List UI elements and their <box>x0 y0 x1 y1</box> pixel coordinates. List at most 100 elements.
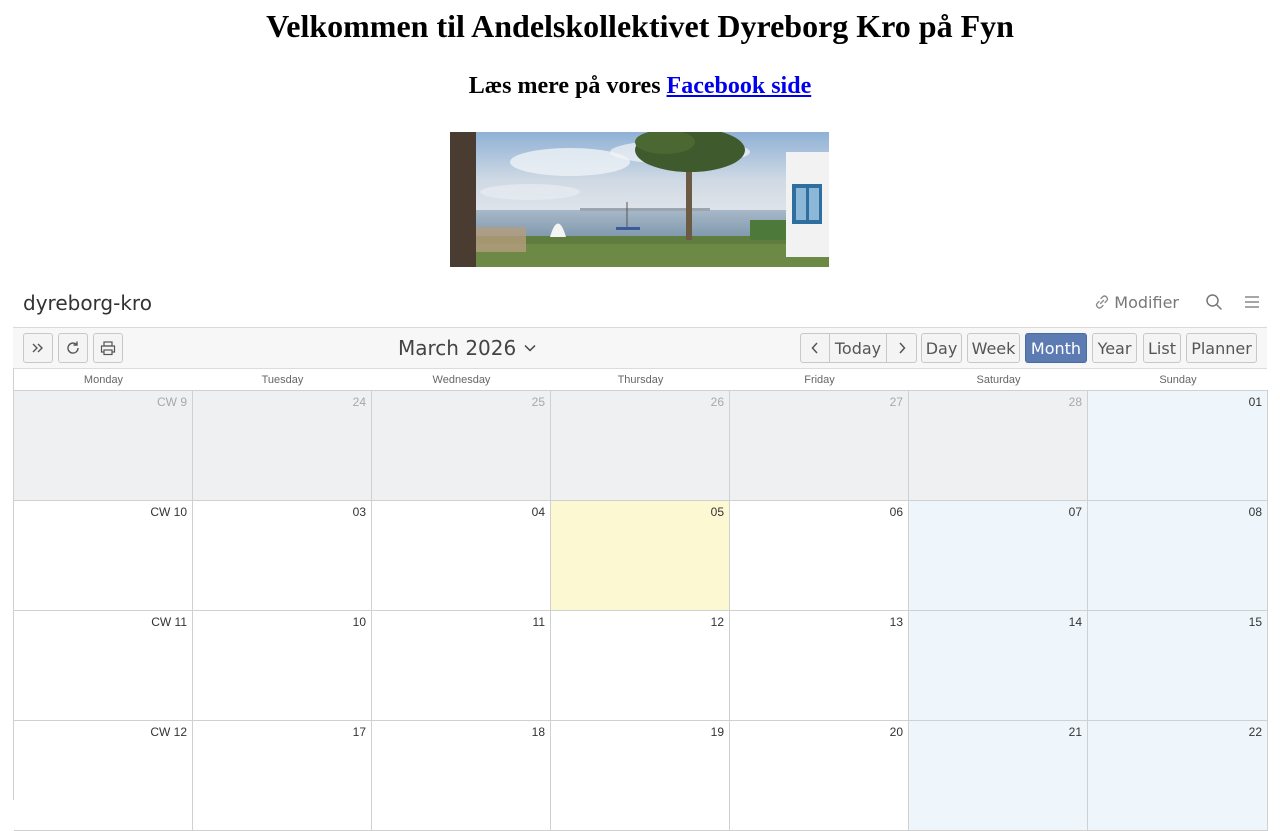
day-number: 26 <box>710 395 724 409</box>
day-number: 12 <box>710 615 724 629</box>
week-number: CW 11 <box>151 615 187 629</box>
day-number: 03 <box>352 505 366 519</box>
day-cell[interactable]: 17 <box>193 721 372 831</box>
day-number: 01 <box>1248 395 1262 409</box>
day-number: 17 <box>352 725 366 739</box>
weekday-label-thursday: Thursday <box>617 374 664 386</box>
day-number: 19 <box>710 725 724 739</box>
view-list-button[interactable]: List <box>1143 333 1181 363</box>
day-number: 18 <box>531 725 545 739</box>
date-nav-group: Today <box>800 333 917 363</box>
day-number: 13 <box>889 615 903 629</box>
expand-button[interactable] <box>23 333 53 363</box>
weekday-label-sunday: Sunday <box>1159 374 1197 386</box>
print-button[interactable] <box>93 333 123 363</box>
facebook-link[interactable]: Facebook side <box>667 73 812 99</box>
month-grid: Monday Tuesday Wednesday Thursday Friday Satu… <box>13 368 1268 831</box>
day-cell[interactable]: 05 <box>551 501 730 611</box>
search-icon <box>1206 294 1222 310</box>
view-week-button[interactable]: Week <box>967 333 1020 363</box>
view-planner-button[interactable]: Planner <box>1186 333 1257 363</box>
day-number: 06 <box>889 505 903 519</box>
chevron-right-icon <box>898 342 906 354</box>
refresh-icon <box>67 341 79 354</box>
day-cell[interactable]: CW 12 <box>14 721 193 831</box>
day-cell[interactable]: 13 <box>730 611 909 721</box>
week-number: CW 9 <box>157 395 187 409</box>
day-number: 05 <box>710 505 724 519</box>
day-cell[interactable]: CW 10 <box>14 501 193 611</box>
menu-icon <box>1245 296 1259 308</box>
day-cell[interactable]: 07 <box>909 501 1088 611</box>
day-number: 25 <box>531 395 545 409</box>
weekday-label-tuesday: Tuesday <box>261 374 304 386</box>
day-cell[interactable]: 19 <box>551 721 730 831</box>
day-number: 10 <box>352 615 366 629</box>
day-cell[interactable]: 28 <box>909 391 1088 501</box>
weekday-label-saturday: Saturday <box>976 374 1021 386</box>
banner-photo <box>450 132 829 267</box>
today-button[interactable]: Today <box>830 333 887 363</box>
day-cell[interactable]: 06 <box>730 501 909 611</box>
calendar-name: dyreborg-kro <box>23 291 152 315</box>
modifier-button[interactable]: Modifier <box>1094 293 1179 312</box>
day-cell[interactable]: 21 <box>909 721 1088 831</box>
chevron-left-icon <box>811 342 818 354</box>
day-cell[interactable]: 04 <box>372 501 551 611</box>
day-cell[interactable]: 11 <box>372 611 551 721</box>
print-icon <box>100 341 116 356</box>
day-number: 28 <box>1068 395 1082 409</box>
search-button[interactable] <box>1204 292 1224 312</box>
calendar-toolbar: March 2026 Today Day Week Month Year Lis… <box>13 328 1267 369</box>
day-number: 24 <box>352 395 366 409</box>
refresh-button[interactable] <box>58 333 88 363</box>
weekday-label-friday: Friday <box>804 374 835 386</box>
day-cell[interactable]: CW 9 <box>14 391 193 501</box>
modifier-label: Modifier <box>1114 292 1179 312</box>
fast-forward-icon <box>32 343 43 353</box>
view-day-button[interactable]: Day <box>921 333 962 363</box>
weekday-header: Monday Tuesday Wednesday Thursday Friday Satu… <box>14 368 1268 391</box>
day-number: 27 <box>889 395 903 409</box>
link-icon <box>1096 295 1109 309</box>
day-cell[interactable]: 10 <box>193 611 372 721</box>
day-cell[interactable]: 03 <box>193 501 372 611</box>
day-number: 08 <box>1248 505 1262 519</box>
subtitle-text: Læs mere på vores <box>468 73 667 99</box>
day-cell[interactable]: 01 <box>1088 391 1268 501</box>
day-cell[interactable]: 25 <box>372 391 551 501</box>
day-cell[interactable]: 22 <box>1088 721 1268 831</box>
day-cell[interactable]: 14 <box>909 611 1088 721</box>
view-year-button[interactable]: Year <box>1092 333 1137 363</box>
day-cell[interactable]: 12 <box>551 611 730 721</box>
day-number: 15 <box>1248 615 1262 629</box>
menu-button[interactable] <box>1242 292 1262 312</box>
week-number: CW 12 <box>150 725 187 739</box>
day-cell[interactable]: 24 <box>193 391 372 501</box>
month-selector[interactable]: March 2026 <box>398 336 536 360</box>
day-cell[interactable]: CW 11 <box>14 611 193 721</box>
day-cell[interactable]: 18 <box>372 721 551 831</box>
page-subtitle: Læs mere på vores Facebook side <box>0 73 1280 100</box>
next-button[interactable] <box>887 333 917 363</box>
calendar: dyreborg-kro Modifier March 2026 Today D… <box>13 284 1268 831</box>
day-cell[interactable]: 08 <box>1088 501 1268 611</box>
month-title: March 2026 <box>398 336 517 360</box>
weekday-label-monday: Monday <box>83 374 124 386</box>
calendar-header: dyreborg-kro Modifier <box>13 284 1267 328</box>
week-number: CW 10 <box>150 505 187 519</box>
day-cell[interactable]: 27 <box>730 391 909 501</box>
day-number: 11 <box>532 615 545 629</box>
day-number: 07 <box>1068 505 1082 519</box>
view-month-button[interactable]: Month <box>1025 333 1087 363</box>
day-number: 20 <box>889 725 903 739</box>
chevron-down-icon <box>524 344 536 352</box>
day-cell[interactable]: 26 <box>551 391 730 501</box>
weekday-label-wednesday: Wednesday <box>432 374 491 386</box>
day-number: 22 <box>1248 725 1262 739</box>
day-number: 04 <box>531 505 545 519</box>
prev-button[interactable] <box>800 333 830 363</box>
day-cell[interactable]: 15 <box>1088 611 1268 721</box>
day-cell[interactable]: 20 <box>730 721 909 831</box>
day-number: 14 <box>1068 615 1082 629</box>
